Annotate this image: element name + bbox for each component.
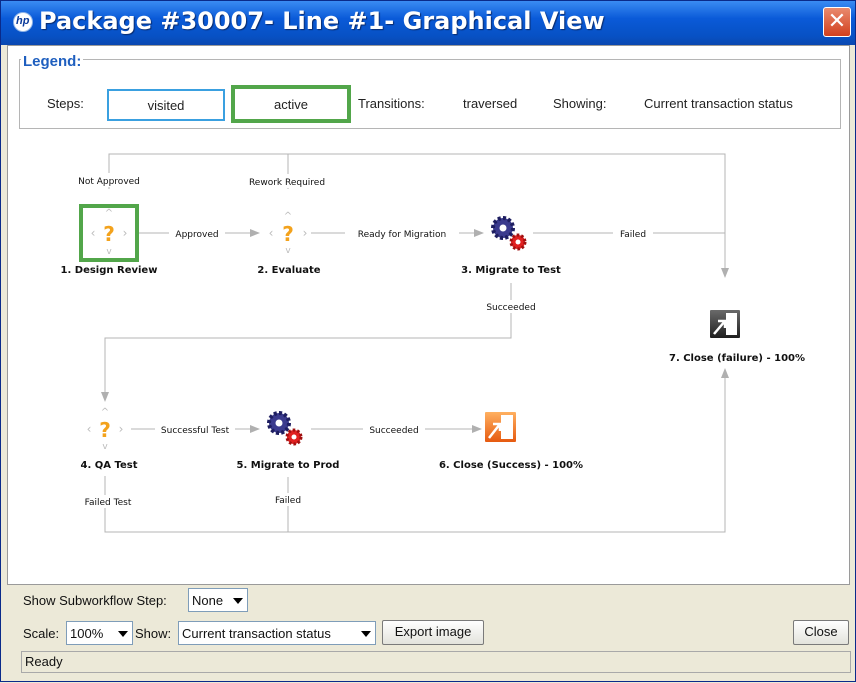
edge-succeeded-mid bbox=[101, 283, 512, 402]
gears-icon bbox=[267, 411, 303, 446]
node-label-close-success: 6. Close (Success) - 100% bbox=[439, 460, 583, 471]
svg-text:›: › bbox=[123, 226, 128, 240]
question-icon: ? bbox=[99, 418, 111, 442]
svg-text:^: ^ bbox=[105, 208, 113, 219]
edge-label-failed-bottom: Failed bbox=[275, 496, 301, 506]
scale-select-value: 100% bbox=[70, 626, 104, 641]
status-bar: Ready bbox=[21, 651, 851, 673]
node-label-design-review: 1. Design Review bbox=[61, 265, 158, 276]
close-exit-dark-icon bbox=[710, 310, 740, 338]
question-icon: ? bbox=[103, 222, 115, 246]
edge-label-succeeded-mid: Succeeded bbox=[486, 303, 535, 313]
edge-label-ready-for-migration: Ready for Migration bbox=[358, 230, 446, 240]
svg-text:v: v bbox=[106, 247, 112, 257]
edge-label-failed-test: Failed Test bbox=[85, 498, 132, 508]
svg-text:›: › bbox=[119, 422, 124, 436]
subworkflow-select[interactable]: None bbox=[188, 588, 248, 612]
node-migrate-to-prod[interactable] bbox=[267, 411, 303, 446]
close-button[interactable]: Close bbox=[793, 620, 849, 645]
edge-labels: Not Approved Rework Required Approved Re… bbox=[71, 173, 653, 508]
edge-not-approved bbox=[108, 153, 729, 278]
subworkflow-label: Show Subworkflow Step: bbox=[23, 593, 167, 608]
workflow-diagram: ^ v ‹ › ? ^ v ‹ › ? ^ v ‹ › ? Not Approv… bbox=[61, 153, 805, 533]
close-exit-orange-icon bbox=[485, 412, 516, 442]
show-select-value: Current transaction status bbox=[182, 626, 331, 641]
node-close-failure[interactable] bbox=[710, 310, 740, 338]
node-migrate-to-test[interactable] bbox=[491, 216, 527, 251]
chevron-down-icon bbox=[233, 598, 243, 604]
svg-text:^: ^ bbox=[284, 211, 292, 222]
chevron-down-icon bbox=[118, 631, 128, 637]
svg-text:^: ^ bbox=[101, 407, 109, 418]
svg-text:‹: ‹ bbox=[91, 226, 96, 240]
scale-label: Scale: bbox=[23, 626, 60, 641]
node-label-close-failure: 7. Close (failure) - 100% bbox=[669, 353, 805, 364]
edge-label-rework-required: Rework Required bbox=[249, 178, 325, 188]
edge-label-successful-test: Successful Test bbox=[161, 426, 230, 436]
node-label-qa-test: 4. QA Test bbox=[81, 460, 138, 471]
edge-label-not-approved: Not Approved bbox=[78, 177, 140, 187]
transition-edges bbox=[101, 153, 729, 533]
svg-text:›: › bbox=[303, 226, 308, 240]
chevron-down-icon bbox=[361, 631, 371, 637]
svg-text:v: v bbox=[285, 246, 291, 256]
svg-text:‹: ‹ bbox=[269, 226, 274, 240]
edge-failed-test bbox=[104, 368, 729, 533]
node-label-migrate-to-test: 3. Migrate to Test bbox=[461, 265, 561, 276]
node-labels: 1. Design Review 2. Evaluate 3. Migrate … bbox=[61, 265, 805, 471]
svg-text:‹: ‹ bbox=[87, 422, 92, 436]
export-image-button[interactable]: Export image bbox=[382, 620, 484, 645]
node-evaluate[interactable]: ^ v ‹ › ? bbox=[269, 211, 308, 256]
show-select[interactable]: Current transaction status bbox=[178, 621, 376, 645]
gears-icon bbox=[491, 216, 527, 251]
node-label-migrate-to-prod: 5. Migrate to Prod bbox=[237, 460, 340, 471]
question-icon: ? bbox=[282, 222, 294, 246]
edge-label-succeeded-bottom: Succeeded bbox=[369, 426, 418, 436]
svg-text:v: v bbox=[102, 442, 108, 452]
node-label-evaluate: 2. Evaluate bbox=[257, 265, 320, 276]
package-graphical-view-window: hp Package #30007- Line #1- Graphical Vi… bbox=[0, 0, 856, 682]
node-qa-test[interactable]: ^ v ‹ › ? bbox=[87, 407, 124, 452]
scale-select[interactable]: 100% bbox=[66, 621, 133, 645]
edge-label-failed-top: Failed bbox=[620, 230, 646, 240]
subworkflow-select-value: None bbox=[192, 593, 224, 608]
node-design-review[interactable]: ^ v ‹ › ? bbox=[79, 204, 139, 262]
show-label: Show: bbox=[135, 626, 172, 641]
edge-label-approved: Approved bbox=[175, 230, 218, 240]
node-close-success[interactable] bbox=[485, 412, 516, 442]
